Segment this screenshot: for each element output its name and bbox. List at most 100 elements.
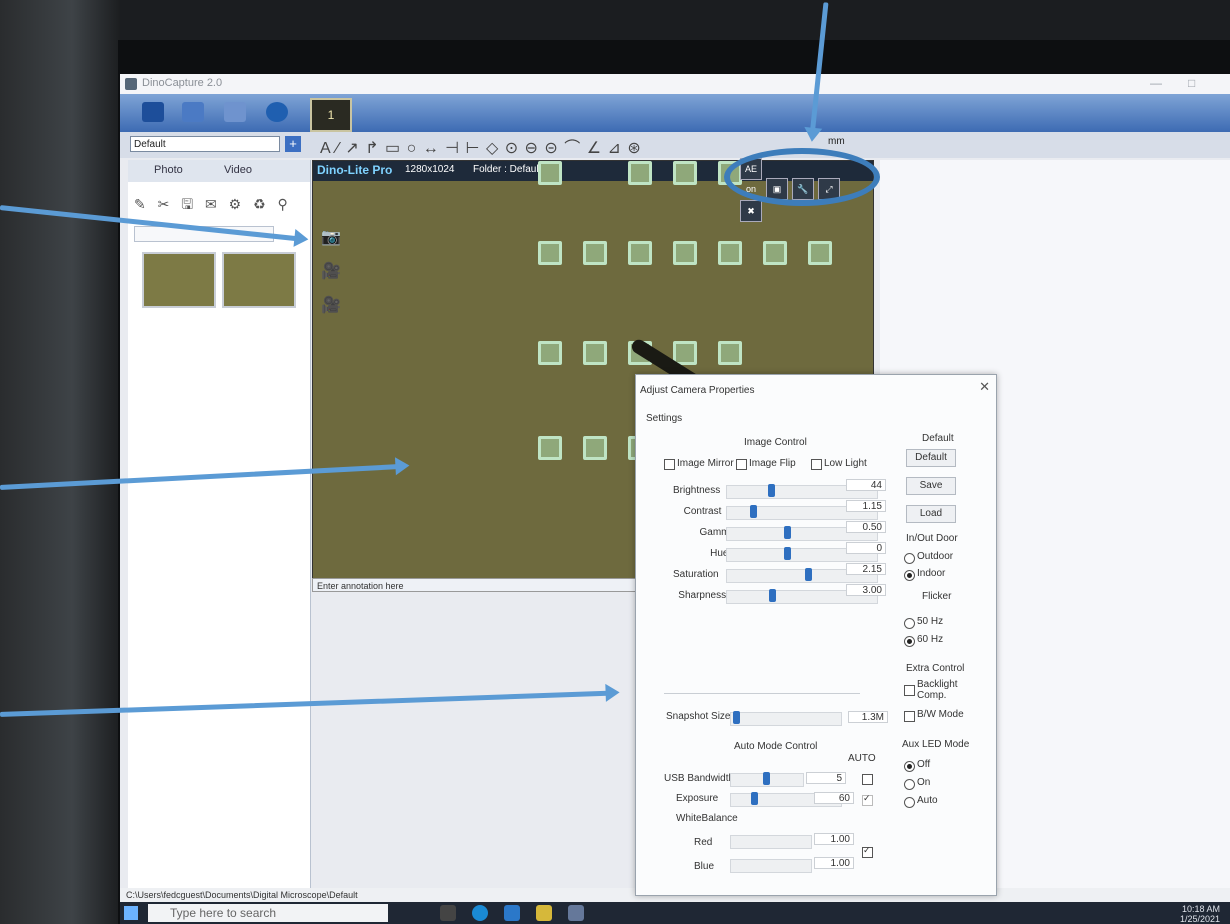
close-icon[interactable]: ✕ xyxy=(979,379,990,395)
red-label: Red xyxy=(694,837,713,848)
folder-icon[interactable] xyxy=(142,102,164,122)
pad xyxy=(673,161,697,185)
gallery-tool-icons[interactable]: ✎ ✂ 🖫 ✉ ⚙ ♻ ⚲ xyxy=(134,194,292,218)
edge-icon[interactable] xyxy=(472,905,488,921)
usb-bandwidth-value[interactable]: 5 xyxy=(806,772,846,784)
snapshot-size-slider[interactable] xyxy=(730,711,842,726)
window-title: DinoCapture 2.0 xyxy=(142,77,223,89)
white-balance-auto-checkbox[interactable] xyxy=(862,845,873,858)
explorer-icon[interactable] xyxy=(536,905,552,921)
taskbar-search-input[interactable]: Type here to search xyxy=(148,904,388,922)
minimize-button[interactable]: — xyxy=(1150,76,1162,90)
usb-bandwidth-slider[interactable] xyxy=(730,772,804,787)
blue-label: Blue xyxy=(694,861,715,872)
outdoor-label: Outdoor xyxy=(917,551,954,562)
red-slider[interactable] xyxy=(730,835,812,849)
record-video-icon[interactable]: 🎥 xyxy=(321,255,341,289)
pad xyxy=(763,241,787,265)
photo-background-left xyxy=(0,0,120,924)
taskbar: Type here to search 10:18 AM 1/25/2021 xyxy=(120,902,1230,924)
bw-mode-label: B/W Mode xyxy=(917,709,964,720)
snapshot-size-value[interactable]: 1.3M xyxy=(848,711,888,723)
info-icon[interactable] xyxy=(266,102,288,122)
slider-value[interactable]: 0 xyxy=(846,542,886,554)
pad xyxy=(673,241,697,265)
dinocapture-taskbar-icon[interactable] xyxy=(568,905,584,921)
low-light-label: Low Light xyxy=(824,458,867,469)
slider-value[interactable]: 0.50 xyxy=(846,521,886,533)
pad xyxy=(583,341,607,365)
thumbnail-2[interactable] xyxy=(222,252,296,308)
bw-mode-checkbox[interactable] xyxy=(904,711,915,722)
low-light-checkbox[interactable] xyxy=(811,459,822,470)
backlight-label: Backlight Comp. xyxy=(917,679,958,701)
task-view-icon[interactable] xyxy=(440,905,456,921)
slider-thumb[interactable] xyxy=(767,484,775,497)
led-off-radio[interactable] xyxy=(904,761,915,772)
exposure-thumb[interactable] xyxy=(750,792,758,805)
timer-video-icon[interactable]: 🎥 xyxy=(321,289,341,323)
unit-select[interactable]: mm xyxy=(828,136,845,147)
indoor-radio[interactable] xyxy=(904,570,915,581)
usb-bandwidth-label: USB Bandwidth xyxy=(664,773,735,784)
slider-label: Brightness xyxy=(673,485,721,496)
flicker-heading: Flicker xyxy=(922,591,952,602)
default-button[interactable]: Default xyxy=(906,449,956,467)
adjust-camera-properties-dialog: Adjust Camera Properties ✕ Settings Imag… xyxy=(635,374,997,896)
annotation-tools[interactable]: A ⁄ ↗ ↱ ▭ ○ ↔ ⊣ ⊢ ◇ ⊙ ⊖ ⊝ ⌒ ∠ ⊿ ⊛ xyxy=(320,134,642,158)
slider-value[interactable]: 44 xyxy=(846,479,886,491)
exposure-auto-checkbox[interactable] xyxy=(862,793,873,806)
profile-select[interactable]: Default xyxy=(130,136,280,152)
slider-thumb[interactable] xyxy=(805,568,812,581)
tab-video[interactable]: Video xyxy=(224,164,252,176)
image-mirror-checkbox[interactable] xyxy=(664,459,675,470)
red-value[interactable]: 1.00 xyxy=(814,833,854,845)
add-profile-button[interactable]: + xyxy=(285,136,301,152)
camera-icon[interactable] xyxy=(182,102,204,122)
live-view-button[interactable]: 1 xyxy=(310,98,352,132)
slider-thumb[interactable] xyxy=(749,505,757,518)
led-auto-radio[interactable] xyxy=(904,797,915,808)
50hz-radio[interactable] xyxy=(904,618,915,629)
thumbnail-1[interactable] xyxy=(142,252,216,308)
system-clock[interactable]: 10:18 AM 1/25/2021 xyxy=(1180,904,1220,924)
callout-ellipse xyxy=(724,148,880,206)
auto-mode-heading: Auto Mode Control xyxy=(734,741,818,752)
snapshot-camera-icon[interactable]: 📷 xyxy=(321,221,341,255)
slider-thumb[interactable] xyxy=(784,526,791,539)
white-balance-label: WhiteBalance xyxy=(676,813,738,824)
backlight-checkbox[interactable] xyxy=(904,685,915,696)
slider-value[interactable]: 3.00 xyxy=(846,584,886,596)
tab-photo[interactable]: Photo xyxy=(154,164,183,176)
resolution-select[interactable]: 1280x1024 xyxy=(405,164,455,175)
usb-bandwidth-auto-checkbox[interactable] xyxy=(862,774,873,785)
slider-value[interactable]: 2.15 xyxy=(846,563,886,575)
clock-date: 1/25/2021 xyxy=(1179,914,1220,924)
folder-select[interactable]: Folder : Default xyxy=(473,164,541,175)
maximize-button[interactable]: □ xyxy=(1188,76,1195,90)
slider-label: Sharpness xyxy=(678,590,727,601)
load-button[interactable]: Load xyxy=(906,505,956,523)
slider-value[interactable]: 1.15 xyxy=(846,500,886,512)
60hz-radio[interactable] xyxy=(904,636,915,647)
outdoor-radio[interactable] xyxy=(904,553,915,564)
blue-value[interactable]: 1.00 xyxy=(814,857,854,869)
measure-icon[interactable] xyxy=(224,102,246,122)
main-toolbar: 1 xyxy=(120,94,1230,132)
slider-thumb[interactable] xyxy=(784,547,791,560)
save-button[interactable]: Save xyxy=(906,477,956,495)
windows-start-icon[interactable] xyxy=(124,906,138,920)
close-view-icon[interactable]: ✖ xyxy=(740,200,762,222)
blue-slider[interactable] xyxy=(730,859,812,873)
divider xyxy=(664,693,860,694)
exposure-value[interactable]: 60 xyxy=(814,792,854,804)
slider-thumb[interactable] xyxy=(769,589,776,602)
clock-time: 10:18 AM xyxy=(1181,904,1220,914)
pad xyxy=(538,161,562,185)
led-on-radio[interactable] xyxy=(904,779,915,790)
image-flip-checkbox[interactable] xyxy=(736,459,747,470)
store-icon[interactable] xyxy=(504,905,520,921)
snapshot-size-thumb[interactable] xyxy=(733,711,741,724)
app-titlebar: DinoCapture 2.0 — □ xyxy=(120,74,1230,94)
usb-bandwidth-thumb[interactable] xyxy=(763,772,771,785)
